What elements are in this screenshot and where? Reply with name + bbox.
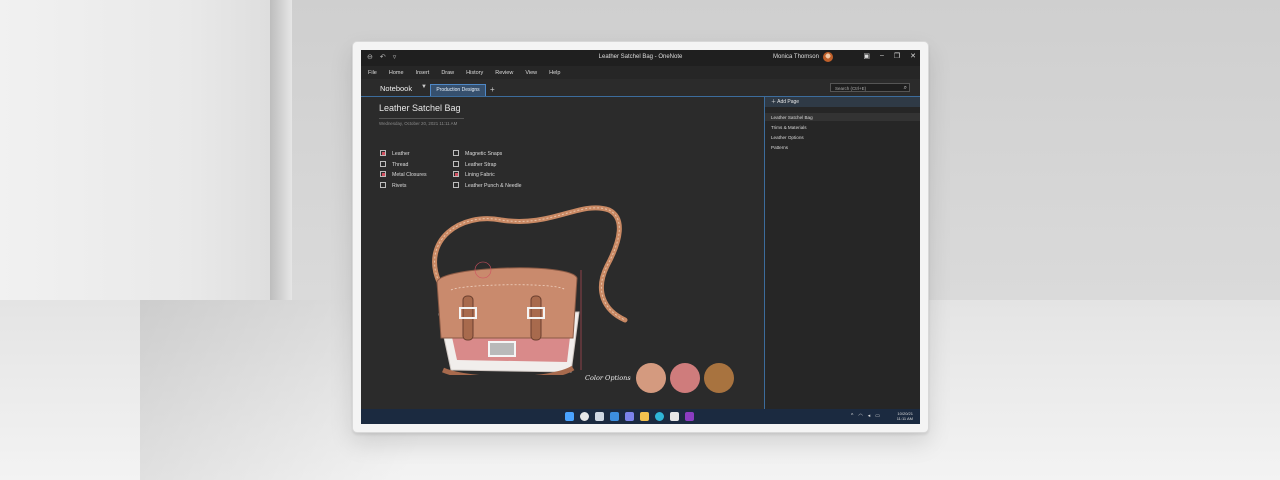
taskbar: ^ ◠ ◂ ▭ 10/20/21 11:11 AM [361, 409, 920, 424]
user-name[interactable]: Monica Thomson [773, 54, 819, 60]
avatar[interactable] [823, 52, 833, 62]
menu-help[interactable]: Help [549, 66, 567, 79]
checkbox[interactable] [453, 181, 459, 188]
checklist-left: Leather Thread Metal Closures Rivets [380, 150, 427, 192]
list-item[interactable]: Thread [380, 160, 427, 172]
list-item[interactable]: Rivets [380, 181, 427, 193]
checkbox[interactable] [380, 171, 386, 177]
wifi-icon[interactable]: ◠ [858, 413, 862, 419]
device-frame: ⊖ ↶ ▿ Leather Satchel Bag - OneNote Moni… [352, 41, 929, 433]
add-page-button[interactable]: ＋ Add Page [765, 97, 920, 107]
search-input[interactable]: Search (Ctrl+E) ⌕ [830, 83, 910, 92]
system-tray: ^ ◠ ◂ ▭ [851, 413, 880, 419]
color-swatch[interactable] [670, 363, 700, 393]
page-title[interactable]: Leather Satchel Bag [379, 103, 461, 113]
onenote-icon[interactable] [685, 412, 694, 421]
page-item-patterns[interactable]: Patterns [771, 145, 788, 150]
checkbox[interactable] [453, 150, 459, 156]
checkbox[interactable] [453, 171, 459, 177]
chevron-down-icon[interactable]: ▼ [421, 84, 427, 90]
satchel-sketch [432, 205, 628, 375]
color-swatch[interactable] [636, 363, 666, 393]
minimize-button[interactable]: – [880, 52, 884, 60]
notebook-bar: Notebook ▼ Production Designs + Search (… [361, 79, 920, 97]
maximize-button[interactable]: ❐ [894, 52, 900, 60]
menu-insert[interactable]: Insert [416, 66, 437, 79]
start-icon[interactable] [565, 412, 574, 421]
checkbox[interactable] [380, 181, 386, 188]
add-page-label: Add Page [777, 99, 800, 105]
menu-view[interactable]: View [525, 66, 544, 79]
teams-icon[interactable] [625, 412, 634, 421]
page-item-trims-materials[interactable]: Trims & Materials [771, 125, 807, 130]
menu-history[interactable]: History [466, 66, 490, 79]
list-item[interactable]: Magnetic Snaps [453, 150, 522, 161]
list-item[interactable]: Lining Fabric [453, 171, 522, 182]
clock-time: 11:11 AM [896, 416, 913, 421]
volume-icon[interactable]: ◂ [868, 413, 871, 419]
battery-icon[interactable]: ▭ [875, 413, 880, 419]
list-item[interactable]: Leather Strap [453, 160, 522, 172]
search-icon[interactable]: ⌕ [904, 84, 907, 93]
checklist-right: Magnetic Snaps Leather Strap Lining Fabr… [453, 150, 522, 192]
chevron-up-icon[interactable]: ^ [851, 413, 853, 419]
checkbox[interactable] [380, 150, 386, 156]
task-view-icon[interactable] [595, 412, 604, 421]
coauthor-icon[interactable]: ▣ [863, 52, 870, 60]
checkbox[interactable] [380, 160, 386, 167]
page-canvas[interactable]: Leather Satchel Bag Wednesday, October 2… [361, 97, 764, 409]
background-ledge [270, 0, 292, 300]
color-swatch[interactable] [704, 363, 734, 393]
search-placeholder: Search (Ctrl+E) [835, 86, 867, 91]
clock[interactable]: 10/20/21 11:11 AM [897, 411, 913, 421]
search-icon[interactable] [580, 412, 589, 421]
edge-icon[interactable] [655, 412, 664, 421]
list-item[interactable]: Leather [380, 150, 427, 161]
checkbox[interactable] [453, 160, 459, 167]
add-section-button[interactable]: + [490, 85, 495, 94]
onenote-window: ⊖ ↶ ▿ Leather Satchel Bag - OneNote Moni… [361, 50, 920, 424]
close-button[interactable]: ✕ [910, 52, 916, 60]
tab-production-designs[interactable]: Production Designs [430, 84, 486, 96]
explorer-icon[interactable] [640, 412, 649, 421]
window-controls: ▣ – ❐ ✕ [863, 52, 916, 60]
title-bar: ⊖ ↶ ▿ Leather Satchel Bag - OneNote Moni… [361, 50, 920, 66]
taskbar-icons [565, 412, 694, 421]
page-date: Wednesday, October 20, 2021 11:11 AM [379, 118, 464, 126]
widgets-icon[interactable] [610, 412, 619, 421]
store-icon[interactable] [670, 412, 679, 421]
menu-home[interactable]: Home [389, 66, 411, 79]
color-options-label: Color Options [585, 374, 631, 382]
menu-review[interactable]: Review [495, 66, 520, 79]
list-item[interactable]: Metal Closures [380, 171, 427, 182]
page-item-leather-satchel-bag[interactable]: Leather Satchel Bag [771, 115, 813, 120]
pages-pane: ＋ Add Page Leather Satchel Bag Trims & M… [764, 97, 920, 409]
menu-bar: File Home Insert Draw History Review Vie… [361, 66, 920, 79]
menu-file[interactable]: File [368, 66, 384, 79]
menu-draw[interactable]: Draw [441, 66, 461, 79]
page-item-leather-options[interactable]: Leather Options [771, 135, 804, 140]
window-title: Leather Satchel Bag - OneNote [598, 54, 683, 60]
list-item[interactable]: Leather Punch & Needle [453, 181, 522, 193]
notebook-picker[interactable]: Notebook [380, 84, 412, 93]
